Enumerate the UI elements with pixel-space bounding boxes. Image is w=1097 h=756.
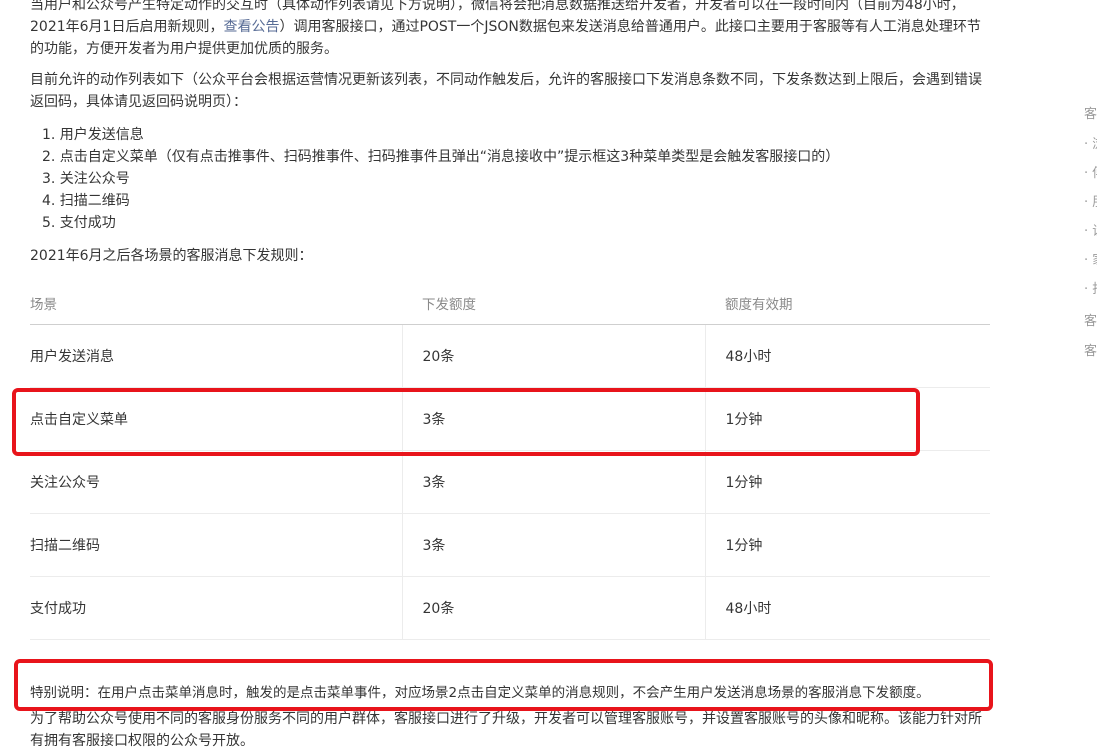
toc-item[interactable]: 客 (1084, 310, 1097, 329)
rules-table: 场景 下发额度 额度有效期 用户发送消息 20条 48小时 点击自定义菜单 3条… (30, 282, 990, 640)
list-item: 3. 关注公众号 (42, 171, 130, 187)
list-item: 1. 用户发送信息 (42, 127, 144, 143)
table-cell: 用户发送消息 (30, 324, 402, 388)
intro-line-2-rest: ）调用客服接口，通过POST一个JSON数据包来发送消息给普通用户。此接口主要用… (279, 19, 981, 35)
intro-line-3: 的功能，方便开发者为用户提供更加优质的服务。 (30, 41, 338, 57)
toc-item[interactable]: 客 (1084, 103, 1097, 122)
intro-line-2: 2021年6月1日后启用新规则， (30, 19, 224, 35)
table-header: 下发额度 (402, 282, 705, 325)
table-cell: 1分钟 (704, 513, 990, 577)
toc-item[interactable]: · 设 (1084, 220, 1097, 239)
table-cell: 48小时 (704, 576, 990, 640)
table-cell: 关注公众号 (30, 450, 402, 514)
toc-item[interactable]: · 傅 (1084, 162, 1097, 181)
list-item: 4. 扫描二维码 (42, 193, 130, 209)
table-row: 用户发送消息 20条 48小时 (30, 324, 990, 388)
action-list: 1. 用户发送信息 2. 点击自定义菜单（仅有点击推事件、扫码推事件、扫码推事件… (30, 124, 839, 234)
upgrade-line-1: 为了帮助公众号使用不同的客服身份服务不同的用户群体，客服接口进行了升级，开发者可… (30, 711, 982, 727)
highlight-box-note (14, 659, 993, 711)
intro-paragraph: 当用户和公众号产生特定动作的交互时（具体动作列表请见下方说明），微信将会把消息数… (30, 0, 990, 60)
allowed-paragraph: 目前允许的动作列表如下（公众平台会根据运营情况更新该列表，不同动作触发后，允许的… (30, 69, 990, 113)
toc-item[interactable]: · 朋 (1084, 191, 1097, 210)
table-cell: 3条 (401, 450, 705, 514)
table-cell: 扫描二维码 (30, 513, 402, 577)
allowed-line-1: 目前允许的动作列表如下（公众平台会根据运营情况更新该列表，不同动作触发后，允许的… (30, 72, 982, 88)
table-cell: 3条 (401, 513, 705, 577)
intro-line-1: 当用户和公众号产生特定动作的交互时（具体动作列表请见下方说明），微信将会把消息数… (30, 0, 965, 13)
table-cell: 48小时 (704, 324, 990, 388)
toc-item[interactable]: · 浏 (1084, 133, 1097, 152)
table-cell: 20条 (401, 324, 705, 388)
upgrade-line-2: 有拥有客服接口权限的公众号开放。 (30, 733, 254, 749)
announcement-link[interactable]: 查看公告 (223, 19, 279, 35)
list-item: 5. 支付成功 (42, 215, 116, 231)
upgrade-paragraph: 为了帮助公众号使用不同的客服身份服务不同的用户群体，客服接口进行了升级，开发者可… (30, 708, 990, 752)
table-cell: 1分钟 (704, 450, 990, 514)
table-header: 额度有效期 (705, 282, 990, 325)
table-row: 扫描二维码 3条 1分钟 (30, 513, 990, 577)
table-header: 场景 (30, 282, 402, 325)
toc-item[interactable]: · 家 (1084, 249, 1097, 268)
table-row: 关注公众号 3条 1分钟 (30, 450, 990, 514)
toc-item[interactable]: · 拒 (1084, 278, 1097, 297)
list-item: 2. 点击自定义菜单（仅有点击推事件、扫码推事件、扫码推事件且弹出“消息接收中”… (42, 149, 840, 165)
table-cell: 20条 (401, 576, 705, 640)
allowed-line-2: 返回码，具体请见返回码说明页）： (30, 94, 247, 110)
table-row: 支付成功 20条 48小时 (30, 576, 990, 640)
table-cell: 支付成功 (30, 576, 402, 640)
rules-title: 2021年6月之后各场景的客服消息下发规则： (30, 248, 313, 264)
toc-item[interactable]: 客 (1084, 340, 1097, 359)
table-header-row: 场景 下发额度 额度有效期 (30, 282, 990, 325)
highlight-box-menu-row (12, 388, 920, 456)
